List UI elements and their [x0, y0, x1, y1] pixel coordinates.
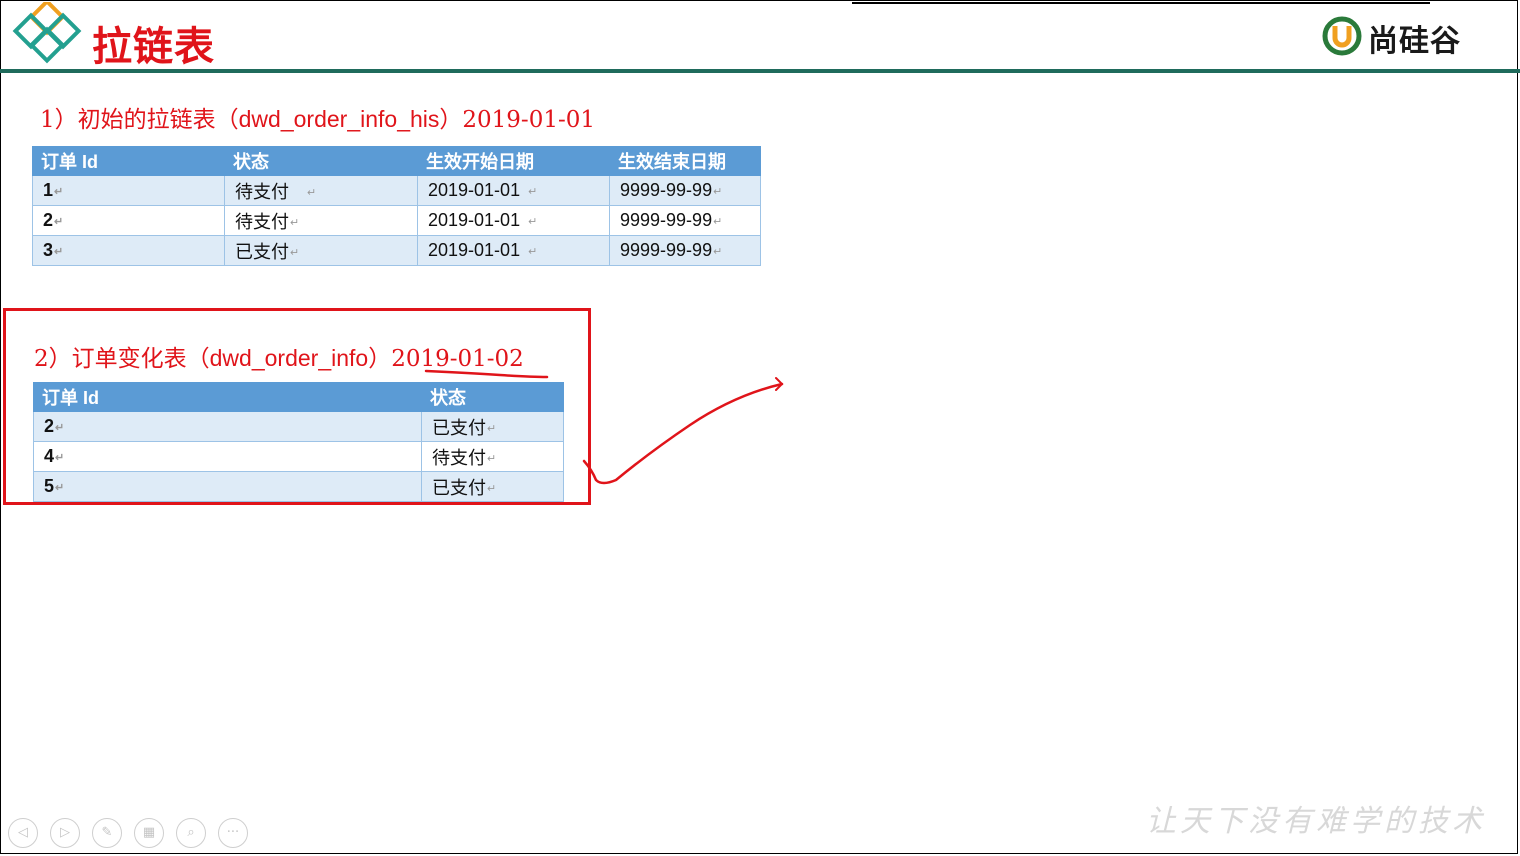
section1-heading-prefix: 1）初始的拉链表（ — [40, 107, 239, 133]
table-header-row: 订单 Id 状态 生效开始日期 生效结束日期 — [32, 146, 761, 176]
column-header: 状态 — [421, 382, 564, 412]
column-header: 订单 Id — [33, 382, 422, 412]
cell-order-id: 5↵ — [33, 471, 422, 502]
cell-status: 已支付↵ — [224, 235, 418, 266]
cell-start-date: 2019-01-01 ↵ — [417, 205, 610, 236]
table-row: 2↵ 已支付↵ — [33, 411, 564, 442]
diamond-logo-icon — [12, 2, 82, 64]
prev-icon[interactable]: ◁ — [8, 818, 38, 848]
column-header: 生效结束日期 — [609, 146, 761, 176]
table-row: 4↵ 待支付↵ — [33, 441, 564, 472]
brand-logo: 尚硅谷 — [1322, 14, 1502, 60]
section2-heading-suffix: ） — [368, 346, 392, 372]
cell-status: 已支付↵ — [421, 411, 564, 442]
cell-start-date: 2019-01-01 ↵ — [417, 175, 610, 206]
cell-status: 已支付↵ — [421, 471, 564, 502]
slides-icon[interactable]: ▦ — [134, 818, 164, 848]
cell-status: 待支付↵ — [421, 441, 564, 472]
header-rule — [0, 69, 1520, 73]
section2-heading-prefix: 2）订单变化表（ — [34, 346, 210, 372]
table-row: 2↵ 待支付↵ 2019-01-01 ↵ 9999-99-99↵ — [32, 205, 761, 236]
pen-icon[interactable]: ✎ — [92, 818, 122, 848]
cell-order-id: 1↵ — [32, 175, 225, 206]
cell-status: 待支付↵ — [224, 205, 418, 236]
brand-name: 尚硅谷 — [1368, 24, 1461, 59]
top-divider — [852, 2, 1430, 4]
section1-heading-suffix: ）2019-01-01 — [439, 107, 595, 133]
section2-heading-table: dwd_order_info — [209, 345, 369, 371]
cell-order-id: 2↵ — [33, 411, 422, 442]
zoom-icon[interactable]: ⌕ — [176, 818, 206, 848]
section2-heading: 2）订单变化表（dwd_order_info）2019-01-02 — [34, 339, 524, 373]
column-header: 生效开始日期 — [417, 146, 610, 176]
slogan: 让天下没有难学的技术 — [1146, 804, 1486, 839]
cell-end-date: 9999-99-99↵ — [609, 235, 761, 266]
section1-heading: 1）初始的拉链表（dwd_order_info_his）2019-01-01 — [40, 100, 595, 134]
history-table: 订单 Id 状态 生效开始日期 生效结束日期 1↵ 待支付 ↵ 2019-01-0… — [32, 146, 761, 266]
table-row: 5↵ 已支付↵ — [33, 471, 564, 502]
cell-order-id: 4↵ — [33, 441, 422, 472]
cell-status: 待支付↵ — [224, 175, 418, 206]
next-icon[interactable]: ▷ — [50, 818, 80, 848]
table-row: 1↵ 待支付 ↵ 2019-01-01 ↵ 9999-99-99↵ — [32, 175, 761, 206]
cell-order-id: 2↵ — [32, 205, 225, 236]
section2-heading-date: 2019-01-02 — [391, 346, 524, 372]
cell-end-date: 9999-99-99↵ — [609, 175, 761, 206]
cell-order-id: 3↵ — [32, 235, 225, 266]
cell-end-date: 9999-99-99↵ — [609, 205, 761, 236]
column-header: 订单 Id — [32, 146, 225, 176]
table-header-row: 订单 Id 状态 — [33, 382, 564, 412]
change-table: 订单 Id 状态 2↵ 已支付↵ 4↵ 待支付↵ 5↵ 已支付↵ — [33, 382, 564, 502]
section1-heading-table: dwd_order_info_his — [238, 106, 440, 132]
brand-u-icon — [1322, 16, 1362, 56]
slide-title: 拉链表 — [92, 24, 215, 70]
cell-start-date: 2019-01-01 ↵ — [417, 235, 610, 266]
more-icon[interactable]: ··· — [218, 818, 248, 848]
table-row: 3↵ 已支付↵ 2019-01-01 ↵ 9999-99-99↵ — [32, 235, 761, 266]
column-header: 状态 — [224, 146, 418, 176]
